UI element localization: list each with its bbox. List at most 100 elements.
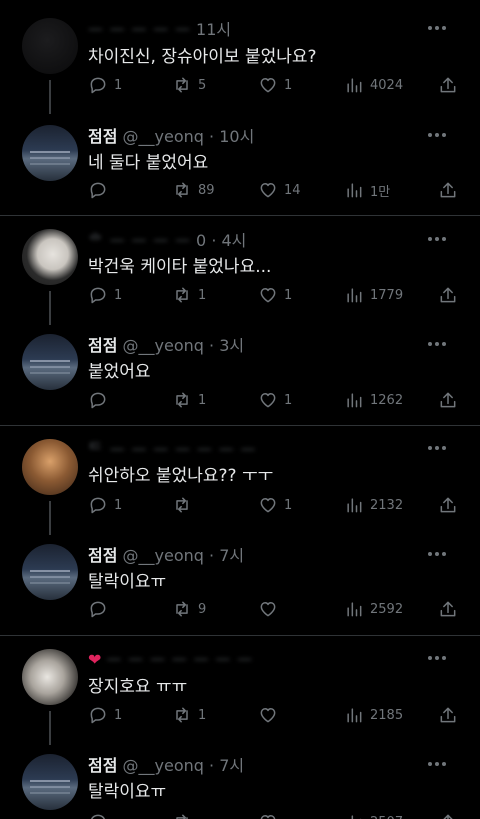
tweet[interactable]: 점점 @__yeonq · 10시 네 둘다 붙었어요 89 14 1만 xyxy=(0,110,480,215)
reply-button[interactable]: 1 xyxy=(88,493,122,517)
more-icon[interactable] xyxy=(428,552,446,558)
avatar[interactable] xyxy=(22,229,78,285)
like-button[interactable]: 1 xyxy=(258,73,292,97)
reply-button[interactable] xyxy=(88,388,114,412)
share-icon xyxy=(440,287,456,303)
share-button[interactable] xyxy=(438,73,458,97)
share-button[interactable] xyxy=(438,493,458,517)
tweet[interactable]: 점점 @__yeonq · 7시 탈락이요ㅠ 2507 xyxy=(0,740,480,819)
reply-button[interactable]: 1 xyxy=(88,703,122,727)
views-button[interactable]: 2185 xyxy=(344,703,403,727)
views-button[interactable]: 1262 xyxy=(344,388,403,412)
retweet-count: 1 xyxy=(198,707,207,723)
blurred-author: ᅌ ᅳ ᅳ ᅳ ᅳ xyxy=(88,231,191,250)
heart-icon xyxy=(260,393,276,408)
retweet-count: 89 xyxy=(198,182,215,198)
user-handle[interactable]: @__yeonq xyxy=(123,336,204,355)
reply-button[interactable]: 1 xyxy=(88,73,122,97)
views-button[interactable]: 2592 xyxy=(344,597,403,621)
avatar[interactable] xyxy=(22,125,78,181)
share-button[interactable] xyxy=(438,597,458,621)
tweet[interactable]: ᅌ ᅳ ᅳ ᅳ ᅳ 0 · 4시 박건욱 케이타 붙었나요... 1 1 1 1… xyxy=(0,216,480,325)
more-icon[interactable] xyxy=(428,446,446,452)
share-icon xyxy=(440,182,456,198)
views-button[interactable]: 2132 xyxy=(344,493,403,517)
retweet-button[interactable]: 5 xyxy=(172,73,206,97)
avatar[interactable] xyxy=(22,754,78,810)
tweet-header: 점점 @__yeonq · 7시 xyxy=(88,752,244,776)
share-button[interactable] xyxy=(438,810,458,819)
red-heart-icon: ❤ xyxy=(88,650,102,669)
display-name[interactable]: 점점 xyxy=(88,546,117,565)
like-button[interactable]: 1 xyxy=(258,283,292,307)
display-name[interactable]: 점점 xyxy=(88,756,117,775)
avatar[interactable] xyxy=(22,544,78,600)
views-button[interactable]: 1779 xyxy=(344,283,403,307)
tweet-text: 네 둘다 붙었어요 xyxy=(88,153,209,173)
views-icon xyxy=(347,183,362,198)
more-icon[interactable] xyxy=(428,133,446,139)
reply-count: 1 xyxy=(114,287,123,303)
views-button[interactable]: 1만 xyxy=(344,178,390,202)
retweet-button[interactable]: 1 xyxy=(172,283,206,307)
tweet-text: 쉬안하오 붙었나요?? ㅜㅜ xyxy=(88,466,274,486)
tweet-header: ᅳ ᅳ ᅳ ᅳ ᅳ 11시 xyxy=(88,16,231,40)
avatar[interactable] xyxy=(22,334,78,390)
views-count: 4024 xyxy=(370,77,404,93)
tweet[interactable]: 점점 @__yeonq · 7시 탈락이요ㅠ 9 2592 xyxy=(0,530,480,635)
tweet-actions: 1 1 2185 xyxy=(88,703,458,727)
share-icon xyxy=(443,814,453,819)
tweet[interactable]: ❤ ᅳ ᅳ ᅳ ᅳ ᅳ ᅳ ᅳ 장지호요 ㅠㅠ 1 1 2185 xyxy=(0,636,480,745)
tweet-header: 점점 @__yeonq · 10시 xyxy=(88,123,254,147)
more-icon[interactable] xyxy=(428,762,446,768)
display-name[interactable]: 점점 xyxy=(88,127,117,146)
retweet-button[interactable]: 1 xyxy=(172,703,206,727)
views-button[interactable]: 4024 xyxy=(344,73,403,97)
retweet-button[interactable] xyxy=(172,493,198,517)
reply-feed: ᅳ ᅳ ᅳ ᅳ ᅳ 11시 차이진신, 장슈아이보 붙었나요? 1 5 1 40… xyxy=(0,0,480,819)
like-button[interactable] xyxy=(258,597,284,621)
share-button[interactable] xyxy=(438,283,458,307)
retweet-button[interactable]: 1 xyxy=(172,388,206,412)
like-button[interactable]: 1 xyxy=(258,388,292,412)
reply-icon xyxy=(90,601,106,618)
avatar[interactable] xyxy=(22,649,78,705)
more-icon[interactable] xyxy=(428,26,446,32)
share-button[interactable] xyxy=(438,388,458,412)
retweet-button[interactable]: 9 xyxy=(172,597,206,621)
reply-button[interactable] xyxy=(88,810,108,819)
views-icon xyxy=(347,393,362,408)
tweet[interactable]: ᄃ ᅳ ᅳ ᅳ ᅳ ᅳ ᅳ ᅳ 쉬안하오 붙었나요?? ㅜㅜ 1 1 2132 xyxy=(0,426,480,535)
tweet[interactable]: ᅳ ᅳ ᅳ ᅳ ᅳ 11시 차이진신, 장슈아이보 붙었나요? 1 5 1 40… xyxy=(0,0,480,114)
more-icon[interactable] xyxy=(428,342,446,348)
share-button[interactable] xyxy=(438,178,458,202)
display-name[interactable]: 점점 xyxy=(88,336,117,355)
avatar[interactable] xyxy=(22,439,78,495)
tweet[interactable]: 점점 @__yeonq · 3시 붙었어요 1 1 1262 xyxy=(0,320,480,425)
reply-button[interactable]: 1 xyxy=(88,283,122,307)
more-icon[interactable] xyxy=(428,237,446,243)
retweet-button[interactable] xyxy=(172,810,192,819)
more-icon[interactable] xyxy=(428,656,446,662)
timestamp: 11시 xyxy=(196,20,232,39)
reply-button[interactable] xyxy=(88,597,114,621)
user-handle[interactable]: @__yeonq xyxy=(123,756,204,775)
timestamp: · 10시 xyxy=(209,127,255,146)
like-button[interactable]: 14 xyxy=(258,178,301,202)
tweet-actions: 1 1 1262 xyxy=(88,388,458,412)
reply-button[interactable] xyxy=(88,178,114,202)
like-button[interactable]: 1 xyxy=(258,493,292,517)
thread-line xyxy=(49,80,51,114)
user-handle[interactable]: @__yeonq xyxy=(123,546,204,565)
views-icon xyxy=(347,498,362,513)
views-button[interactable]: 2507 xyxy=(344,810,403,819)
timestamp: · 3시 xyxy=(209,336,245,355)
share-button[interactable] xyxy=(438,703,458,727)
user-handle[interactable]: @__yeonq xyxy=(123,127,204,146)
avatar[interactable] xyxy=(22,18,78,74)
like-button[interactable] xyxy=(258,703,284,727)
reply-icon xyxy=(90,497,106,514)
like-button[interactable] xyxy=(258,810,278,819)
retweet-button[interactable]: 89 xyxy=(172,178,215,202)
tweet-actions: 1 1 2132 xyxy=(88,493,458,517)
